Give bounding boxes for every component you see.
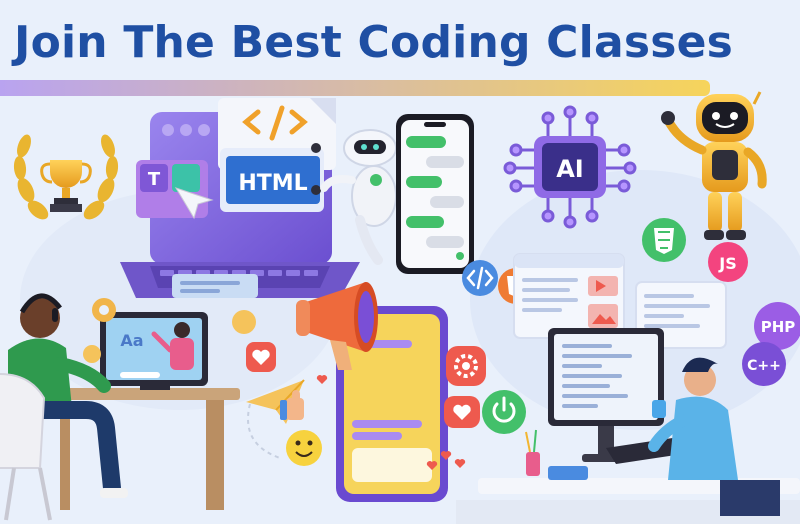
chat-bubble <box>172 274 258 298</box>
heart-icon <box>246 342 276 372</box>
cpp-label: C++ <box>747 358 781 374</box>
js-label: JS <box>718 254 736 273</box>
phone-chat <box>396 114 474 274</box>
pencil-cup <box>526 452 540 476</box>
gear-icon <box>92 298 116 322</box>
text-tool-icon: T <box>148 169 161 190</box>
lesson-text-icon: Aa <box>120 331 143 350</box>
trophy-icon <box>40 160 92 212</box>
text-tool-panel: T <box>136 160 214 220</box>
browser-window <box>513 253 625 339</box>
ai-chip-label: AI <box>556 155 584 183</box>
power-icon <box>482 390 526 434</box>
smiley-icon <box>286 430 322 466</box>
heart-bubble-icon <box>444 396 480 428</box>
heart-icon <box>316 375 328 384</box>
play-badge <box>83 345 101 363</box>
html-label: HTML <box>238 171 307 196</box>
trophy-award <box>13 134 119 220</box>
css3-icon <box>642 218 686 262</box>
office-chair <box>720 480 780 516</box>
php-label: PHP <box>761 318 796 336</box>
cplusplus-icon: C++ <box>742 342 786 386</box>
coffee-mug <box>652 400 666 418</box>
javascript-icon: JS <box>708 242 748 282</box>
emoji-badge <box>232 310 256 334</box>
code-tag-icon <box>462 260 498 296</box>
settings-gear-icon <box>446 346 486 386</box>
book <box>548 466 588 480</box>
html-card: HTML <box>220 143 324 212</box>
illustration-scene: HTML T AI JS PHP C++ Aa <box>0 91 800 524</box>
